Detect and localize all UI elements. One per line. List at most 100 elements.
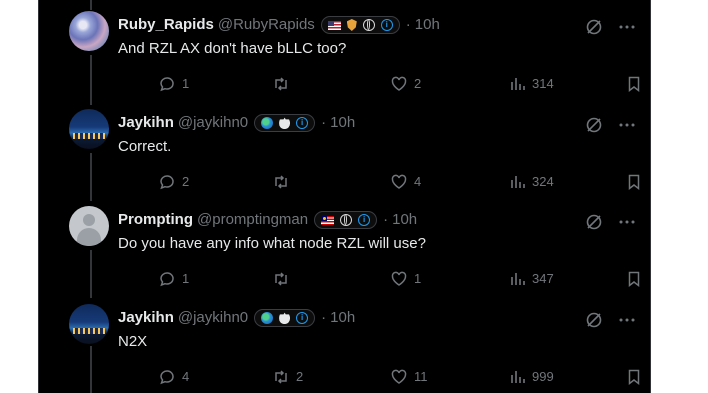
views-button[interactable]: 347: [508, 269, 554, 289]
reply-icon: [160, 272, 174, 287]
user-handle[interactable]: @jaykihn0: [178, 113, 248, 133]
views-icon: [511, 176, 525, 188]
avatar[interactable]: [69, 109, 109, 149]
display-name[interactable]: Ruby_Rapids: [118, 15, 214, 35]
reply-button[interactable]: 1: [158, 74, 189, 94]
repost-button[interactable]: 2: [272, 367, 303, 387]
views-button[interactable]: 314: [508, 74, 554, 94]
tweet-actions: 1 1 347: [118, 269, 640, 289]
reply-button[interactable]: 1: [158, 269, 189, 289]
bookmark-button[interactable]: [625, 367, 643, 387]
repost-button[interactable]: [272, 172, 296, 192]
heart-icon: [391, 76, 407, 91]
view-count: 324: [532, 174, 554, 189]
reply-count: 1: [182, 271, 190, 286]
default-avatar-body: [77, 228, 101, 246]
reply-icon: [160, 370, 174, 385]
heart-icon: [391, 369, 407, 384]
reply-button[interactable]: 2: [158, 172, 189, 192]
heart-icon: [391, 174, 407, 189]
apple-icon: [279, 117, 291, 129]
avatar[interactable]: [69, 11, 109, 51]
avatar[interactable]: [69, 206, 109, 246]
view-count: 347: [532, 271, 554, 286]
info-icon: i: [296, 117, 309, 129]
display-name[interactable]: Jaykihn: [118, 308, 174, 328]
heart-icon: [391, 271, 407, 286]
display-name[interactable]: Prompting: [118, 210, 193, 230]
views-button[interactable]: 324: [508, 172, 554, 192]
badge-group[interactable]: i: [254, 309, 316, 327]
timestamp[interactable]: 10h: [330, 308, 355, 328]
globe-icon: [362, 19, 375, 31]
grok-icon[interactable]: [585, 311, 603, 329]
reply-count: 1: [182, 76, 190, 91]
repost-count: 2: [296, 369, 304, 384]
repost-icon: [275, 272, 287, 286]
separator-dot: ·: [383, 211, 389, 228]
tweet[interactable]: Jaykihn @jaykihn0 i · 10h Correct. 2 4 3…: [39, 109, 650, 206]
default-avatar-head: [83, 214, 95, 226]
tweet-header: Jaykihn @jaykihn0 i · 10h: [118, 308, 355, 328]
tweet[interactable]: Prompting @promptingman i · 10h Do you h…: [39, 206, 650, 303]
tweet-text: Do you have any info what node RZL will …: [118, 235, 426, 252]
badge-group[interactable]: i: [254, 114, 316, 132]
apple-icon: [279, 312, 291, 324]
like-button[interactable]: 4: [390, 172, 421, 192]
repost-button[interactable]: [272, 269, 296, 289]
separator-dot: ·: [321, 114, 327, 131]
globe-icon: [340, 214, 353, 226]
repost-button[interactable]: [272, 74, 296, 94]
display-name[interactable]: Jaykihn: [118, 113, 174, 133]
bookmark-button[interactable]: [625, 269, 643, 289]
tweet-header: Prompting @promptingman i · 10h: [118, 210, 417, 230]
tweet-header: Ruby_Rapids @RubyRapids i · 10h: [118, 15, 440, 35]
grok-icon[interactable]: [585, 116, 603, 134]
more-options-icon[interactable]: [618, 311, 636, 329]
grok-icon[interactable]: [585, 213, 603, 231]
tweet-actions: 4 2 11 999: [118, 367, 640, 387]
like-count: 1: [414, 271, 422, 286]
timestamp[interactable]: 10h: [392, 210, 417, 230]
info-icon: i: [358, 214, 371, 226]
repost-icon: [275, 175, 287, 189]
like-count: 11: [414, 369, 428, 384]
thread-line: [90, 0, 92, 10]
avatar[interactable]: [69, 304, 109, 344]
user-handle[interactable]: @RubyRapids: [218, 15, 315, 35]
user-handle[interactable]: @promptingman: [197, 210, 308, 230]
repost-icon: [275, 77, 287, 91]
info-icon: i: [296, 312, 309, 324]
badge-group[interactable]: i: [314, 211, 378, 229]
reply-button[interactable]: 4: [158, 367, 189, 387]
user-handle[interactable]: @jaykihn0: [178, 308, 248, 328]
earth-icon: [261, 117, 274, 129]
bookmark-icon: [628, 271, 640, 288]
bookmark-button[interactable]: [625, 172, 643, 192]
tweet-header: Jaykihn @jaykihn0 i · 10h: [118, 113, 355, 133]
tweet-actions: 1 2 314: [118, 74, 640, 94]
like-button[interactable]: 2: [390, 74, 421, 94]
like-button[interactable]: 1: [390, 269, 421, 289]
bookmark-button[interactable]: [625, 74, 643, 94]
views-button[interactable]: 999: [508, 367, 554, 387]
like-button[interactable]: 11: [390, 367, 428, 387]
shield-icon: [346, 19, 357, 31]
tweet-text: Correct.: [118, 138, 172, 155]
tweet[interactable]: Jaykihn @jaykihn0 i · 10h N2X 4 2 11 999: [39, 304, 650, 393]
grok-icon[interactable]: [585, 18, 603, 36]
more-options-icon[interactable]: [618, 116, 636, 134]
timestamp[interactable]: 10h: [415, 15, 440, 35]
badge-group[interactable]: i: [320, 16, 400, 34]
tweet[interactable]: Ruby_Rapids @RubyRapids i · 10h And RZL …: [39, 11, 650, 108]
info-icon: i: [380, 19, 393, 31]
views-icon: [511, 78, 525, 90]
timestamp[interactable]: 10h: [330, 113, 355, 133]
separator-dot: ·: [321, 309, 327, 326]
repost-icon: [275, 370, 287, 384]
more-options-icon[interactable]: [618, 18, 636, 36]
reply-thread: Ruby_Rapids @RubyRapids i · 10h And RZL …: [38, 0, 651, 393]
malaysia-flag-icon: [321, 215, 335, 225]
bookmark-icon: [628, 369, 640, 386]
more-options-icon[interactable]: [618, 213, 636, 231]
